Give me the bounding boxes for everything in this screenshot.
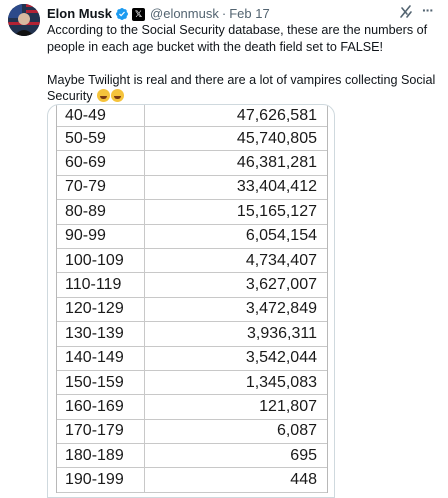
tweet-text: According to the Social Security databas…	[47, 22, 442, 105]
age-bucket-cell: 180-189	[57, 444, 145, 468]
table-row: 170-179 6,087	[57, 419, 327, 445]
count-cell: 4,734,407	[245, 251, 317, 269]
age-bucket-cell: 120-129	[57, 297, 145, 322]
rolling-laughing-emoji-icon	[97, 89, 110, 102]
age-bucket-cell: 90-99	[57, 224, 145, 248]
verified-badge-icon	[115, 7, 129, 21]
tweet-text-paragraph-2: Maybe Twilight is real and there are a l…	[47, 72, 442, 105]
tweet-header: Elon Musk 𝕏 @elonmusk · Feb 17	[47, 5, 270, 23]
age-bucket-cell: 100-109	[57, 248, 145, 273]
count-cell: 3,542,044	[245, 349, 317, 367]
tweet-date[interactable]: Feb 17	[229, 5, 269, 23]
count-cell: 3,627,007	[245, 276, 317, 294]
age-bucket-cell: 130-139	[57, 322, 145, 346]
avatar[interactable]	[8, 4, 40, 36]
tweet[interactable]: Elon Musk 𝕏 @elonmusk · Feb 17 ··· Accor…	[0, 0, 448, 498]
count-cell: 3,936,311	[247, 324, 317, 342]
table-row: 60-69 46,381,281	[57, 151, 327, 176]
more-options-icon[interactable]: ···	[422, 2, 440, 20]
age-bucket-cell: 40-49	[57, 105, 145, 126]
author-handle[interactable]: @elonmusk	[150, 5, 219, 23]
rolling-laughing-emoji-icon	[111, 89, 124, 102]
age-count-table: 40-49 47,626,581 50-59 45,740,805 60-69 46,38…	[56, 105, 328, 493]
age-bucket-cell: 50-59	[57, 127, 145, 151]
table-row: 110-119 3,627,007	[57, 273, 327, 298]
table-row: 50-59 45,740,805	[57, 127, 327, 152]
count-cell: 3,472,849	[245, 300, 317, 318]
age-bucket-cell: 140-149	[57, 346, 145, 370]
x-affiliate-icon: 𝕏	[132, 7, 146, 21]
table-row: 120-129 3,472,849	[57, 297, 327, 323]
age-bucket-cell: 70-79	[57, 175, 145, 200]
table-row: 190-199 448	[57, 468, 327, 493]
age-bucket-cell: 80-89	[57, 200, 145, 224]
separator-dot: ·	[221, 6, 227, 21]
author-name[interactable]: Elon Musk	[47, 5, 112, 23]
count-cell: 15,165,127	[236, 202, 317, 220]
age-bucket-cell: 150-159	[57, 370, 145, 395]
age-bucket-cell: 110-119	[57, 273, 145, 297]
table-row: 100-109 4,734,407	[57, 248, 327, 274]
table-row: 40-49 47,626,581	[57, 105, 327, 127]
count-cell: 695	[290, 446, 317, 464]
count-cell: 6,087	[276, 422, 317, 440]
table-row: 80-89 15,165,127	[57, 200, 327, 225]
count-cell: 47,626,581	[236, 106, 317, 124]
table-row: 130-139 3,936,311	[57, 322, 327, 347]
tweet-text-paragraph-1: According to the Social Security databas…	[47, 23, 428, 54]
table-row: 70-79 33,404,412	[57, 175, 327, 201]
count-cell: 45,740,805	[236, 129, 317, 147]
age-bucket-cell: 60-69	[57, 151, 145, 175]
count-cell: 1,345,083	[245, 373, 317, 391]
tweet-image[interactable]: 40-49 47,626,581 50-59 45,740,805 60-69 46,38…	[47, 104, 335, 498]
count-cell: 33,404,412	[236, 178, 317, 196]
age-bucket-cell: 160-169	[57, 395, 145, 419]
table-row: 160-169 121,807	[57, 395, 327, 420]
count-cell: 121,807	[259, 397, 317, 415]
age-bucket-cell: 190-199	[57, 468, 145, 492]
count-cell: 448	[290, 471, 317, 489]
count-cell: 6,054,154	[245, 227, 317, 245]
table-row: 150-159 1,345,083	[57, 370, 327, 396]
age-bucket-cell: 170-179	[57, 419, 145, 444]
table-row: 90-99 6,054,154	[57, 224, 327, 249]
table-row: 140-149 3,542,044	[57, 346, 327, 371]
grok-icon[interactable]	[398, 4, 414, 20]
avatar-image	[8, 4, 40, 36]
count-cell: 46,381,281	[236, 154, 317, 172]
table-row: 180-189 695	[57, 444, 327, 469]
